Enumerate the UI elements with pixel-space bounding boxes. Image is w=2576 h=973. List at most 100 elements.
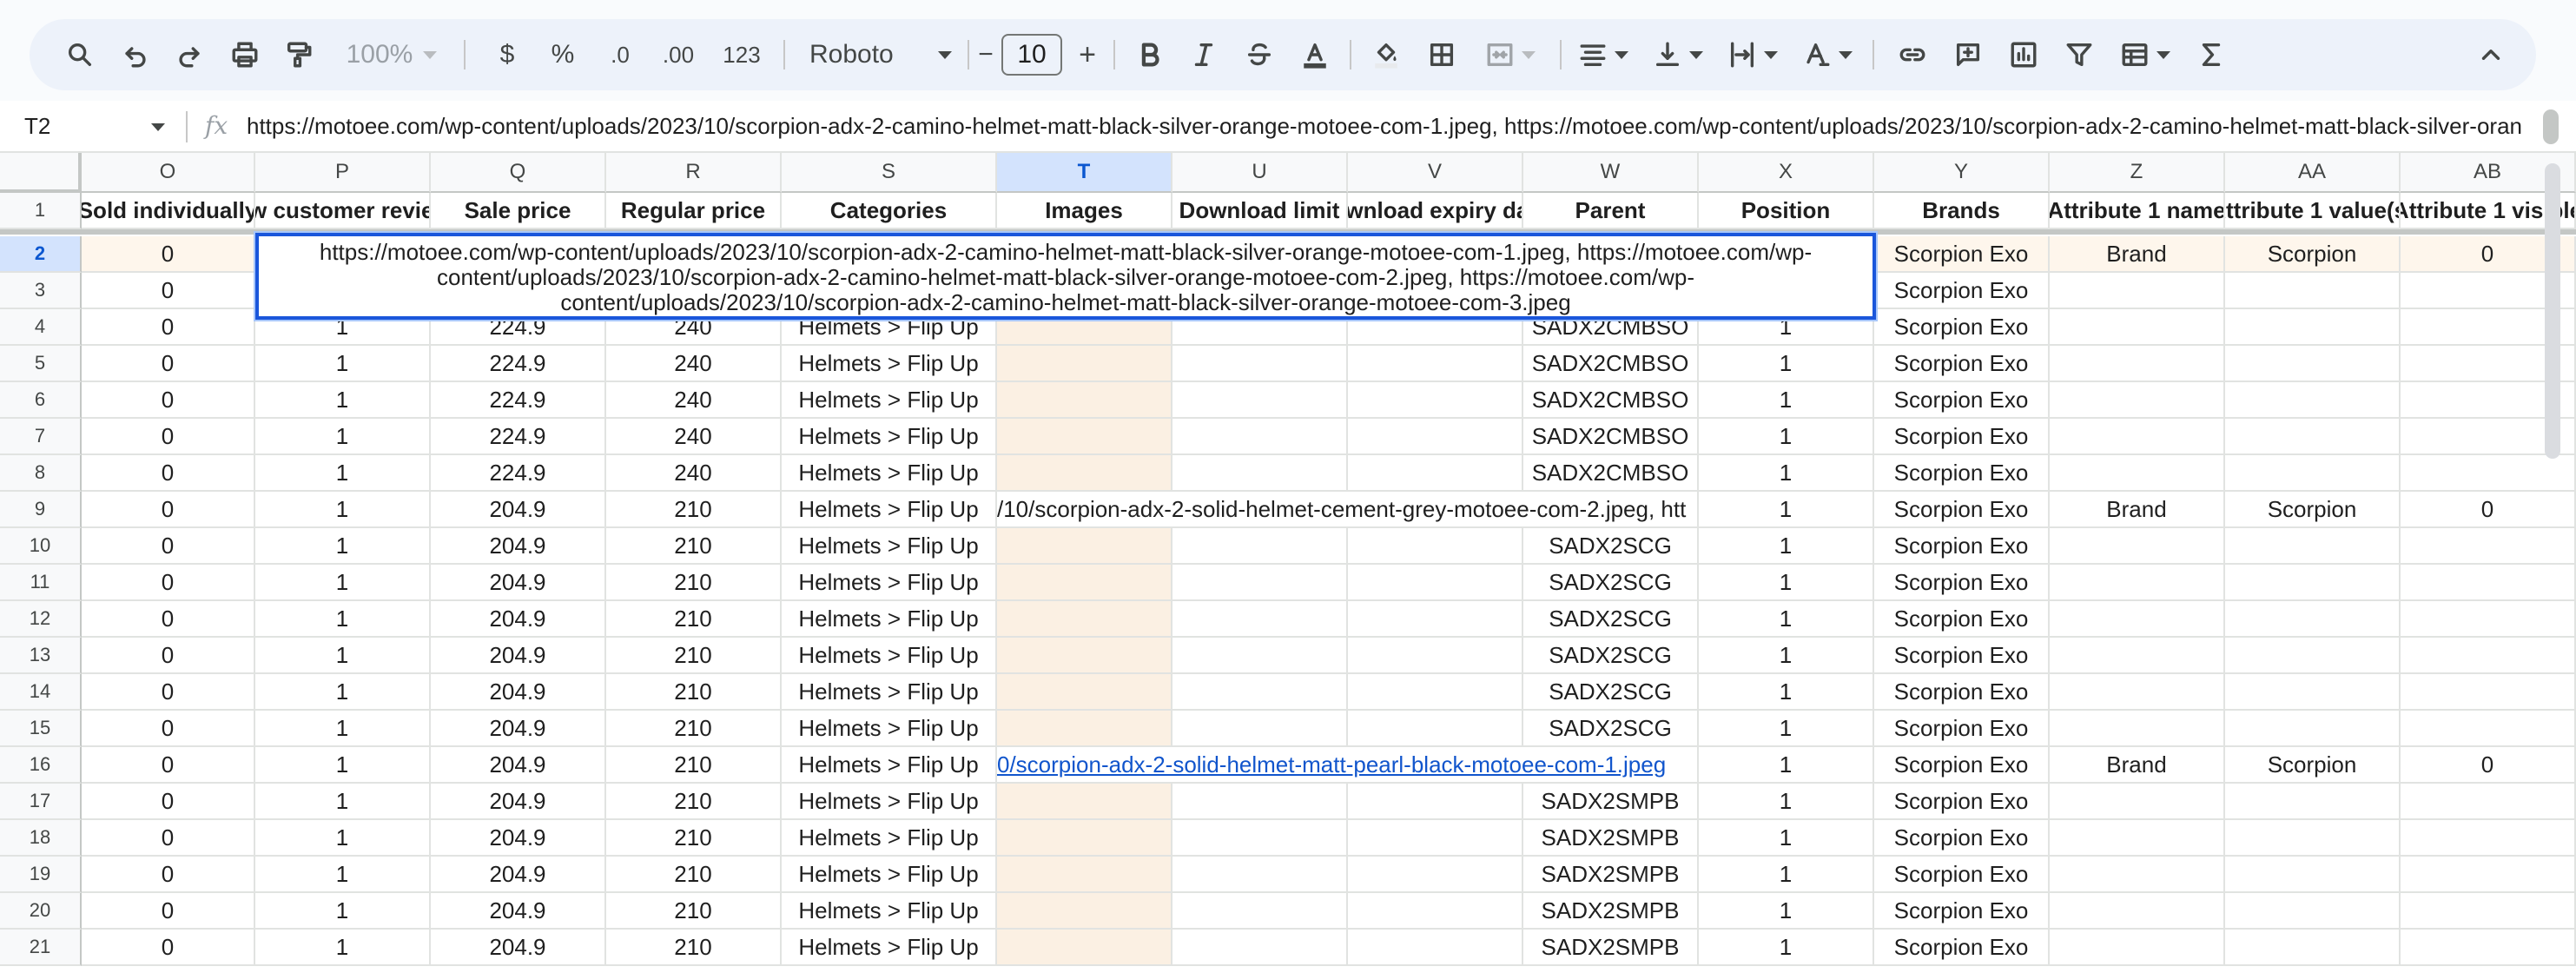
table-cell[interactable] — [2050, 455, 2225, 492]
table-cell[interactable]: 204.9 — [431, 711, 606, 747]
table-cell[interactable]: 1 — [1699, 930, 1874, 966]
table-cell[interactable]: 210 — [606, 784, 782, 820]
table-cell[interactable] — [1348, 565, 1523, 601]
table-cell[interactable]: 204.9 — [431, 674, 606, 711]
table-cell[interactable]: 1 — [255, 930, 431, 966]
table-cell[interactable] — [2225, 601, 2401, 638]
table-cell[interactable]: 1 — [255, 784, 431, 820]
table-cell[interactable]: 0 — [82, 674, 255, 711]
table-cell[interactable]: 0 — [82, 273, 255, 309]
merge-cells-icon[interactable] — [1471, 19, 1549, 90]
table-cell[interactable] — [1172, 820, 1348, 857]
table-cell[interactable]: 204.9 — [431, 930, 606, 966]
table-cell[interactable]: 1 — [255, 747, 431, 784]
table-cell[interactable]: Scorpion Exo — [1874, 784, 2050, 820]
table-cell[interactable]: 1 — [1699, 747, 1874, 784]
column-header-v[interactable]: V — [1348, 153, 1523, 193]
table-cell[interactable]: 204.9 — [431, 565, 606, 601]
header-cell[interactable]: Sold individually — [82, 193, 255, 229]
table-cell[interactable] — [2225, 273, 2401, 309]
row-header[interactable]: 11 — [0, 565, 82, 601]
header-cell[interactable]: Images — [997, 193, 1172, 229]
table-cell[interactable]: 1 — [1699, 565, 1874, 601]
table-cell[interactable] — [2401, 601, 2576, 638]
table-cell[interactable]: SADX2SMPB — [1523, 930, 1699, 966]
table-cell[interactable] — [1172, 528, 1348, 565]
increase-decimal-places-button[interactable]: .00 — [648, 19, 709, 90]
table-cell[interactable]: Scorpion Exo — [1874, 492, 2050, 528]
table-cell[interactable]: Helmets > Flip Up — [782, 601, 997, 638]
table-cell[interactable]: 204.9 — [431, 601, 606, 638]
table-cell[interactable] — [2401, 565, 2576, 601]
table-cell[interactable] — [997, 565, 1172, 601]
header-cell[interactable]: Regular price — [606, 193, 782, 229]
table-cell[interactable]: 0 — [82, 711, 255, 747]
more-formats-button[interactable]: 123 — [707, 19, 776, 90]
table-cell[interactable] — [997, 857, 1172, 893]
table-cell[interactable] — [2050, 273, 2225, 309]
insert-link-icon[interactable] — [1888, 19, 1937, 90]
table-cell[interactable]: Scorpion Exo — [1874, 565, 2050, 601]
table-cell[interactable] — [2225, 857, 2401, 893]
table-cell[interactable]: Brand — [2050, 747, 2225, 784]
table-cell[interactable]: 1 — [1699, 455, 1874, 492]
table-cell[interactable] — [2225, 893, 2401, 930]
header-cell[interactable]: Sale price — [431, 193, 606, 229]
table-cell[interactable]: 204.9 — [431, 638, 606, 674]
borders-icon[interactable] — [1417, 19, 1466, 90]
font-select[interactable]: Roboto — [801, 19, 961, 90]
table-cell[interactable] — [2050, 711, 2225, 747]
row-header[interactable]: 15 — [0, 711, 82, 747]
table-cell[interactable]: Helmets > Flip Up — [782, 455, 997, 492]
text-rotation-icon[interactable] — [1793, 19, 1862, 90]
table-cell[interactable] — [1348, 784, 1523, 820]
table-cell[interactable] — [2050, 820, 2225, 857]
table-cell[interactable]: 210 — [606, 638, 782, 674]
table-cell[interactable]: 1 — [255, 346, 431, 382]
table-cell[interactable]: 1 — [1699, 711, 1874, 747]
table-cell[interactable]: 1 — [1699, 528, 1874, 565]
table-cell[interactable] — [1172, 455, 1348, 492]
table-cell[interactable]: SADX2SCG — [1523, 565, 1699, 601]
table-cell[interactable] — [2050, 674, 2225, 711]
table-cell[interactable]: Scorpion Exo — [1874, 638, 2050, 674]
row-header[interactable]: 5 — [0, 346, 82, 382]
table-cell[interactable]: 1 — [1699, 346, 1874, 382]
table-cell[interactable]: 210 — [606, 711, 782, 747]
table-cell[interactable]: 1 — [1699, 784, 1874, 820]
table-cell[interactable] — [1172, 674, 1348, 711]
table-cell[interactable]: 240 — [606, 346, 782, 382]
table-cell[interactable] — [2401, 711, 2576, 747]
table-cell[interactable] — [2225, 638, 2401, 674]
table-cell[interactable]: 0 — [2401, 747, 2576, 784]
table-cell[interactable]: 204.9 — [431, 784, 606, 820]
table-cell[interactable] — [997, 638, 1172, 674]
header-cell[interactable]: Allow customer reviews? — [255, 193, 431, 229]
table-cell[interactable] — [2225, 382, 2401, 419]
table-cell[interactable]: 224.9 — [431, 419, 606, 455]
table-cell[interactable] — [2401, 784, 2576, 820]
table-cell[interactable] — [997, 893, 1172, 930]
formula-bar-scrollbar[interactable] — [2543, 109, 2559, 144]
table-cell[interactable] — [1172, 893, 1348, 930]
table-cell[interactable] — [2225, 784, 2401, 820]
table-cell[interactable]: 0 — [82, 565, 255, 601]
table-cell[interactable]: 0 — [82, 893, 255, 930]
search-menus-icon[interactable] — [56, 19, 104, 90]
vertical-scrollbar[interactable] — [2545, 163, 2560, 459]
format-currency-button[interactable]: $ — [483, 19, 532, 90]
table-cell[interactable]: SADX2SCG — [1523, 601, 1699, 638]
header-cell[interactable]: Download limit — [1172, 193, 1348, 229]
table-cell[interactable]: 0 — [82, 857, 255, 893]
table-cell[interactable] — [1172, 565, 1348, 601]
table-cell[interactable]: Scorpion Exo — [1874, 857, 2050, 893]
row-header[interactable]: 14 — [0, 674, 82, 711]
row-header[interactable]: 6 — [0, 382, 82, 419]
table-cell[interactable]: SADX2SMPB — [1523, 893, 1699, 930]
column-header-q[interactable]: Q — [431, 153, 606, 193]
table-cell[interactable]: Scorpion Exo — [1874, 893, 2050, 930]
table-cell[interactable] — [2401, 674, 2576, 711]
text-wrapping-icon[interactable] — [1718, 19, 1787, 90]
row-header[interactable]: 9 — [0, 492, 82, 528]
image-url-cell[interactable]: /10/scorpion-adx-2-solid-helmet-cement-g… — [997, 492, 1695, 528]
